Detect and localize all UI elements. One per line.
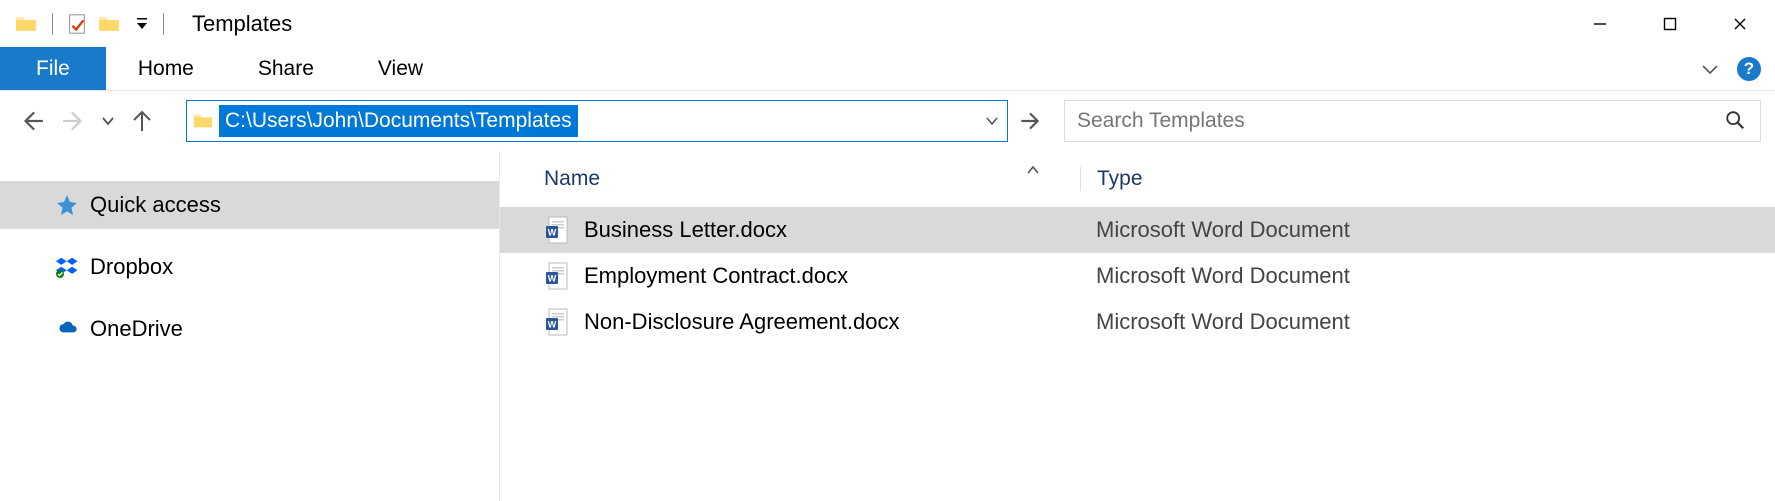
address-bar[interactable]: C:\Users\John\Documents\Templates — [186, 100, 1008, 142]
file-type: Microsoft Word Document — [1080, 309, 1350, 335]
help-button[interactable]: ? — [1737, 57, 1761, 81]
svg-text:W: W — [548, 320, 557, 330]
file-name: Employment Contract.docx — [584, 263, 848, 289]
onedrive-icon — [54, 316, 80, 342]
file-name: Non-Disclosure Agreement.docx — [584, 309, 899, 335]
navigation-bar: C:\Users\John\Documents\Templates Search… — [0, 91, 1775, 151]
expand-ribbon-icon[interactable] — [1697, 56, 1723, 82]
search-icon[interactable] — [1724, 109, 1748, 133]
column-headers: Name Type — [500, 151, 1775, 207]
search-placeholder: Search Templates — [1077, 109, 1724, 133]
file-type: Microsoft Word Document — [1080, 263, 1350, 289]
qat-dropdown-icon[interactable] — [133, 18, 151, 30]
word-document-icon: W — [544, 307, 570, 337]
tab-home[interactable]: Home — [106, 47, 226, 90]
folder-icon — [187, 110, 219, 132]
content-area: Quick access Dropbox OneDrive Name Type — [0, 151, 1775, 501]
quick-access-toolbar — [65, 12, 151, 36]
sidebar-item-quick-access[interactable]: Quick access — [0, 181, 499, 229]
sidebar-item-dropbox[interactable]: Dropbox — [0, 243, 499, 291]
file-list: Name Type W Business Letter.docx Microsoft… — [500, 151, 1775, 501]
navigation-pane: Quick access Dropbox OneDrive — [0, 151, 500, 501]
back-button[interactable] — [14, 103, 50, 139]
dropbox-icon — [54, 254, 80, 280]
column-type[interactable]: Type — [1080, 167, 1143, 191]
separator — [163, 13, 164, 35]
sidebar-item-label: Quick access — [90, 192, 221, 218]
word-document-icon: W — [544, 261, 570, 291]
file-name: Business Letter.docx — [584, 217, 787, 243]
tab-share[interactable]: Share — [226, 47, 346, 90]
folder-icon[interactable] — [97, 12, 121, 36]
sidebar-item-label: OneDrive — [90, 316, 183, 342]
up-button[interactable] — [124, 103, 160, 139]
file-row[interactable]: W Business Letter.docx Microsoft Word Docu… — [500, 207, 1775, 253]
ribbon: File Home Share View ? — [0, 47, 1775, 91]
recent-locations-button[interactable] — [98, 114, 118, 128]
sort-ascending-icon — [1026, 165, 1040, 175]
window-title: Templates — [192, 11, 292, 37]
address-path[interactable]: C:\Users\John\Documents\Templates — [219, 105, 578, 137]
column-name-label: Name — [544, 167, 600, 190]
column-type-label: Type — [1097, 167, 1143, 190]
file-type: Microsoft Word Document — [1080, 217, 1350, 243]
search-box[interactable]: Search Templates — [1064, 100, 1761, 142]
address-dropdown-icon[interactable] — [985, 114, 999, 128]
sidebar-item-label: Dropbox — [90, 254, 173, 280]
star-icon — [54, 192, 80, 218]
forward-button[interactable] — [56, 103, 92, 139]
properties-icon[interactable] — [65, 12, 89, 36]
window-controls — [1565, 0, 1775, 47]
svg-text:W: W — [548, 228, 557, 238]
minimize-button[interactable] — [1565, 0, 1635, 47]
maximize-button[interactable] — [1635, 0, 1705, 47]
folder-icon — [12, 10, 40, 38]
svg-text:W: W — [548, 274, 557, 284]
column-name[interactable]: Name — [500, 167, 1080, 191]
word-document-icon: W — [544, 215, 570, 245]
sidebar-item-onedrive[interactable]: OneDrive — [0, 305, 499, 353]
file-row[interactable]: W Non-Disclosure Agreement.docx Microsoft … — [500, 299, 1775, 345]
tab-file[interactable]: File — [0, 47, 106, 90]
separator — [52, 13, 53, 35]
file-row[interactable]: W Employment Contract.docx Microsoft Word … — [500, 253, 1775, 299]
tab-view[interactable]: View — [346, 47, 455, 90]
close-button[interactable] — [1705, 0, 1775, 47]
title-bar: Templates — [0, 0, 1775, 47]
go-button[interactable] — [1012, 100, 1048, 142]
